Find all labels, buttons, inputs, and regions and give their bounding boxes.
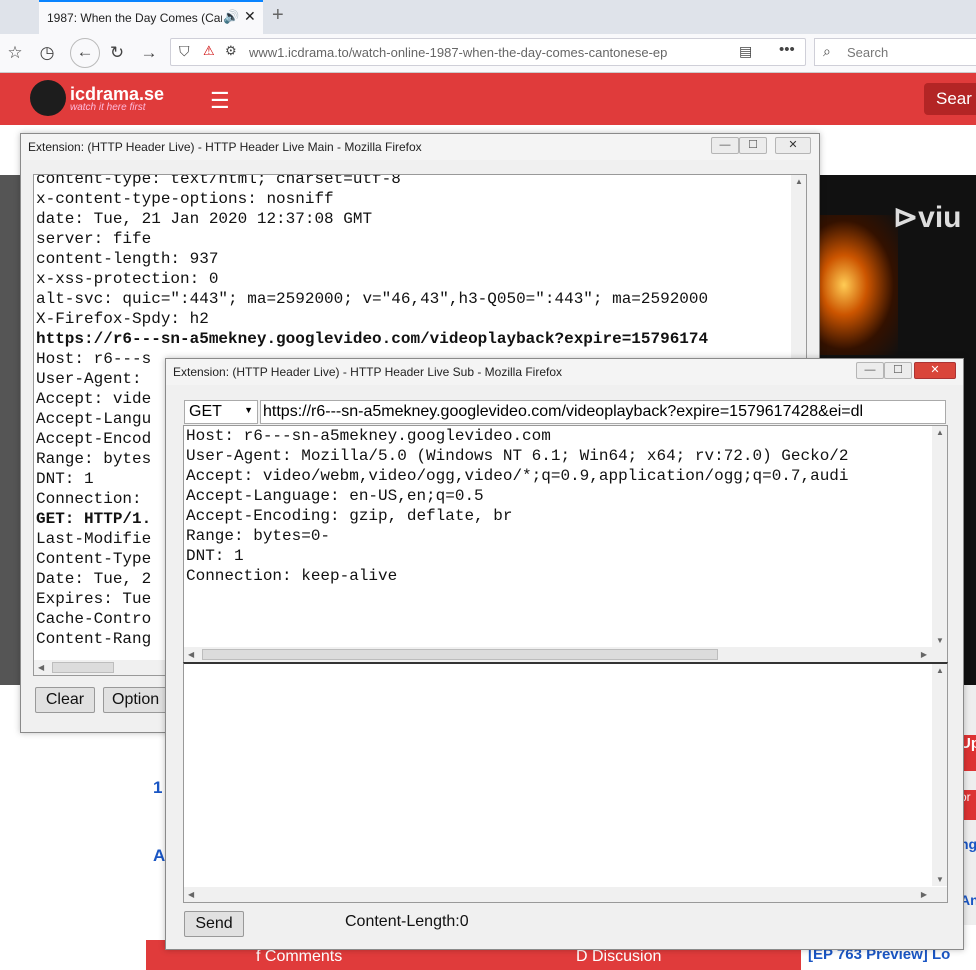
header-line[interactable]: Accept: video/webm,video/ogg,video/*;q=0… bbox=[186, 466, 849, 486]
scroll-up-icon[interactable]: ▲ bbox=[936, 666, 944, 675]
close-icon[interactable]: ✕ bbox=[914, 362, 956, 379]
method-select[interactable]: GET ▼ bbox=[184, 400, 258, 424]
back-icon[interactable]: ← bbox=[70, 38, 100, 68]
request-url-value: https://r6---sn-a5mekney.googlevideo.com… bbox=[263, 403, 864, 420]
scroll-left-icon[interactable]: ◀ bbox=[188, 890, 194, 899]
permissions-icon[interactable]: ⚙ bbox=[225, 43, 237, 59]
search-icon: ⌕ bbox=[823, 43, 831, 59]
log-line: content-type: text/html; charset=utf-8 bbox=[36, 174, 401, 188]
speaker-icon[interactable]: 🔊 bbox=[223, 9, 239, 25]
content-length-label: Content-Length:0 bbox=[345, 913, 469, 930]
address-bar[interactable]: ⛉ ⚠ ⚙ www1.icdrama.to/watch-online-1987-… bbox=[170, 38, 806, 66]
minimize-icon[interactable]: — bbox=[856, 362, 884, 379]
log-line: X-Firefox-Spdy: h2 bbox=[36, 310, 209, 328]
scroll-down-icon[interactable]: ▼ bbox=[936, 636, 944, 645]
body-horizontal-scrollbar[interactable]: ◀ ▶ bbox=[184, 887, 947, 902]
headers-horizontal-scrollbar[interactable]: ◀ ▶ bbox=[184, 647, 947, 662]
reload-icon[interactable]: ↻ bbox=[104, 40, 130, 66]
tab-title: 1987: When the Day Comes (Car bbox=[47, 11, 222, 25]
reader-icon[interactable]: ▤ bbox=[739, 43, 752, 60]
maximize-icon[interactable]: ☐ bbox=[739, 137, 767, 154]
search-placeholder: Search bbox=[847, 45, 889, 60]
scroll-up-icon[interactable]: ▲ bbox=[936, 428, 944, 437]
headers-vertical-scrollbar[interactable]: ▲ ▼ bbox=[932, 426, 947, 647]
insecure-icon[interactable]: ⚠ bbox=[203, 43, 215, 59]
sub-window-titlebar[interactable]: Extension: (HTTP Header Live) - HTTP Hea… bbox=[166, 359, 963, 385]
request-headers-text: Host: r6---sn-a5mekney.googlevideo.com Us… bbox=[186, 426, 849, 586]
header-line[interactable]: Host: r6---sn-a5mekney.googlevideo.com bbox=[186, 426, 849, 446]
scroll-right-icon[interactable]: ▶ bbox=[921, 890, 927, 899]
scroll-left-icon[interactable]: ◀ bbox=[38, 663, 44, 672]
chevron-down-icon[interactable]: ▼ bbox=[244, 405, 253, 415]
scroll-up-icon[interactable]: ▲ bbox=[795, 177, 803, 186]
video-frame bbox=[808, 215, 898, 355]
page-number-link[interactable]: 1 bbox=[153, 778, 162, 798]
library-icon[interactable]: ☆ bbox=[2, 40, 28, 66]
history-icon[interactable]: ◷ bbox=[34, 40, 60, 66]
clear-button[interactable]: Clear bbox=[35, 687, 95, 713]
facebook-icon: f bbox=[256, 948, 265, 965]
header-line[interactable]: Connection: keep-alive bbox=[186, 566, 849, 586]
request-headers-pane[interactable]: Host: r6---sn-a5mekney.googlevideo.com Us… bbox=[183, 425, 948, 663]
comments-tab[interactable]: f Comments bbox=[256, 948, 342, 966]
header-live-sub-window: Extension: (HTTP Header Live) - HTTP Hea… bbox=[165, 358, 964, 950]
maximize-icon[interactable]: ☐ bbox=[884, 362, 912, 379]
header-line[interactable]: Accept-Encoding: gzip, deflate, br bbox=[186, 506, 849, 526]
main-scroll-thumb[interactable] bbox=[52, 662, 114, 673]
log-line: https://r6---sn-a5mekney.googlevideo.com… bbox=[36, 330, 709, 348]
disqus-icon: D bbox=[576, 948, 592, 965]
body-vertical-scrollbar[interactable]: ▲ ▼ bbox=[932, 664, 947, 886]
log-line: alt-svc: quic=":443"; ma=2592000; v="46,… bbox=[36, 290, 709, 308]
main-window-titlebar[interactable]: Extension: (HTTP Header Live) - HTTP Hea… bbox=[21, 134, 819, 160]
site-search-button[interactable]: Sear bbox=[924, 83, 976, 115]
header-line[interactable]: Accept-Language: en-US,en;q=0.5 bbox=[186, 486, 849, 506]
site-search-label: Sear bbox=[936, 89, 972, 108]
request-url-field[interactable]: https://r6---sn-a5mekney.googlevideo.com… bbox=[260, 400, 946, 424]
log-line: x-xss-protection: 0 bbox=[36, 270, 219, 288]
request-body-pane[interactable]: ▲ ▼ ◀ ▶ bbox=[183, 662, 948, 903]
menu-icon[interactable]: ☰ bbox=[210, 88, 230, 114]
url-text[interactable]: www1.icdrama.to/watch-online-1987-when-t… bbox=[249, 45, 709, 60]
new-tab-icon[interactable]: + bbox=[272, 4, 284, 27]
scroll-down-icon[interactable]: ▼ bbox=[936, 875, 944, 884]
scroll-left-icon[interactable]: ◀ bbox=[188, 650, 194, 659]
section-letter: A bbox=[153, 846, 166, 865]
header-line[interactable]: User-Agent: Mozilla/5.0 (Windows NT 6.1;… bbox=[186, 446, 849, 466]
headers-scroll-thumb[interactable] bbox=[202, 649, 718, 660]
shield-icon[interactable]: ⛉ bbox=[179, 43, 190, 60]
sub-window-title: Extension: (HTTP Header Live) - HTTP Hea… bbox=[173, 365, 563, 379]
browser-search-box[interactable]: ⌕ Search bbox=[814, 38, 976, 66]
comments-label: Comments bbox=[264, 948, 343, 965]
site-logo-icon[interactable] bbox=[30, 80, 66, 116]
minimize-icon[interactable]: — bbox=[711, 137, 739, 154]
send-button[interactable]: Send bbox=[184, 911, 244, 937]
close-tab-icon[interactable]: ✕ bbox=[244, 8, 256, 25]
log-line: date: Tue, 21 Jan 2020 12:37:08 GMT bbox=[36, 210, 373, 228]
discussion-tab[interactable]: D Discusion bbox=[576, 948, 661, 966]
browser-tab[interactable]: 1987: When the Day Comes (Car 🔊 ✕ bbox=[39, 0, 263, 34]
main-window-title: Extension: (HTTP Header Live) - HTTP Hea… bbox=[28, 140, 422, 154]
more-icon[interactable]: ••• bbox=[779, 41, 795, 58]
scroll-right-icon[interactable]: ▶ bbox=[921, 650, 927, 659]
discussion-label: Discusion bbox=[592, 948, 662, 965]
log-line: server: fife bbox=[36, 230, 152, 248]
video-brand-text: viu bbox=[918, 201, 962, 234]
header-line[interactable]: DNT: 1 bbox=[186, 546, 849, 566]
log-line: content-length: 937 bbox=[36, 250, 219, 268]
forward-icon[interactable]: → bbox=[136, 40, 162, 66]
close-icon[interactable]: ✕ bbox=[775, 137, 811, 154]
site-logo-tagline: watch it here first bbox=[70, 102, 146, 113]
header-line[interactable]: Range: bytes=0- bbox=[186, 526, 849, 546]
log-line: x-content-type-options: nosniff bbox=[36, 190, 334, 208]
method-value: GET bbox=[189, 403, 222, 420]
navigation-toolbar: ☆ ◷ ← ↻ → ⛉ ⚠ ⚙ www1.icdrama.to/watch-on… bbox=[0, 34, 976, 73]
video-brand: ⊳viu bbox=[893, 201, 962, 234]
